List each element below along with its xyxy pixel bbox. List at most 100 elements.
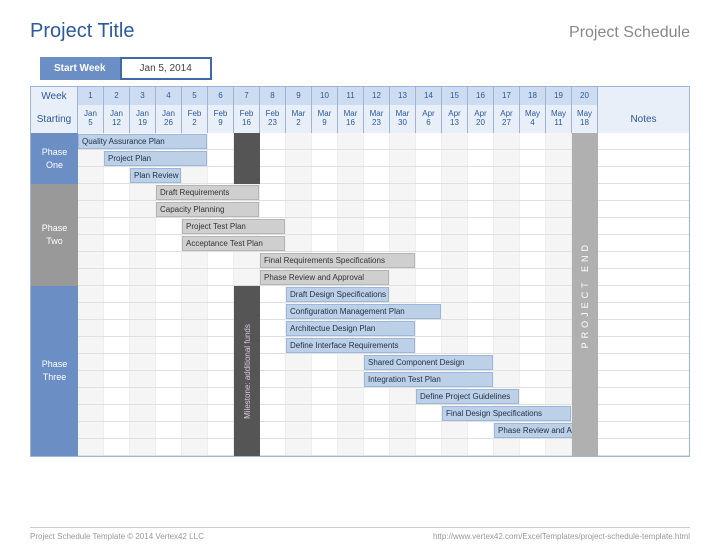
task-bar[interactable]: Define Interface Requirements	[286, 338, 415, 353]
grid-cell	[364, 167, 390, 183]
grid-cell	[390, 388, 416, 404]
notes-cell[interactable]	[598, 201, 689, 217]
grid-cell	[546, 337, 572, 353]
grid-cell	[468, 422, 494, 438]
grid-cell	[390, 201, 416, 217]
grid-cell	[442, 269, 468, 285]
notes-cell[interactable]	[598, 252, 689, 268]
grid-cell	[78, 371, 104, 387]
grid-cell	[260, 201, 286, 217]
notes-cell[interactable]	[598, 371, 689, 387]
grid-cell	[468, 439, 494, 455]
notes-cell[interactable]	[598, 150, 689, 166]
notes-cell[interactable]	[598, 218, 689, 234]
task-bar[interactable]: Capacity Planning	[156, 202, 259, 217]
week-date-8: Feb23	[260, 105, 286, 133]
task-bar[interactable]: Shared Component Design	[364, 355, 493, 370]
notes-header-spacer	[598, 87, 689, 105]
week-date-7: Feb16	[234, 105, 260, 133]
grid-cell	[156, 218, 182, 234]
grid-cell	[520, 354, 546, 370]
task-bar[interactable]: Final Design Specifications	[442, 406, 571, 421]
grid-cell	[494, 184, 520, 200]
start-week-label: Start Week	[40, 57, 120, 80]
grid-cell	[260, 388, 286, 404]
grid-cell	[468, 218, 494, 234]
notes-cell[interactable]	[598, 269, 689, 285]
grid-cell	[208, 337, 234, 353]
grid-cell	[546, 286, 572, 302]
notes-cell[interactable]	[598, 422, 689, 438]
task-bar[interactable]: Draft Requirements	[156, 185, 259, 200]
notes-cell[interactable]	[598, 133, 689, 149]
grid-cell	[182, 405, 208, 421]
grid-cell	[364, 405, 390, 421]
week-num-5: 5	[182, 87, 208, 105]
grid-cell	[468, 269, 494, 285]
grid-cell	[338, 201, 364, 217]
task-bar[interactable]: Integration Test Plan	[364, 372, 493, 387]
notes-cell[interactable]	[598, 184, 689, 200]
week-date-15: Apr13	[442, 105, 468, 133]
week-date-16: Apr20	[468, 105, 494, 133]
grid-cell	[546, 371, 572, 387]
grid-cell	[286, 439, 312, 455]
task-bar[interactable]: Quality Assurance Plan	[78, 134, 207, 149]
week-date-11: Mar16	[338, 105, 364, 133]
week-num-9: 9	[286, 87, 312, 105]
notes-cell[interactable]	[598, 405, 689, 421]
notes-cell[interactable]	[598, 388, 689, 404]
grid-cell	[546, 201, 572, 217]
grid-cell	[182, 439, 208, 455]
grid-cell	[442, 167, 468, 183]
task-bar[interactable]: Project Plan	[104, 151, 207, 166]
notes-cell[interactable]	[598, 286, 689, 302]
grid-cell	[338, 218, 364, 234]
grid-cell	[260, 133, 286, 149]
notes-cell[interactable]	[598, 439, 689, 455]
grid-cell	[338, 371, 364, 387]
grid-cell	[286, 133, 312, 149]
notes-cell[interactable]	[598, 167, 689, 183]
week-num-13: 13	[390, 87, 416, 105]
notes-cell[interactable]	[598, 235, 689, 251]
grid-cell	[78, 235, 104, 251]
notes-cell[interactable]	[598, 303, 689, 319]
grid-cell	[260, 167, 286, 183]
task-bar[interactable]: Phase Review and Approval	[260, 270, 389, 285]
task-bar[interactable]: Define Project Guidelines	[416, 389, 519, 404]
task-bar[interactable]: Final Requirements Specifications	[260, 253, 415, 268]
grid-cell	[416, 405, 442, 421]
notes-cell[interactable]	[598, 354, 689, 370]
grid-cell	[494, 286, 520, 302]
grid-cell	[130, 218, 156, 234]
task-bar[interactable]: Acceptance Test Plan	[182, 236, 285, 251]
grid-cell	[390, 150, 416, 166]
grid-cell	[338, 354, 364, 370]
grid-cell	[130, 320, 156, 336]
grid-cell	[416, 133, 442, 149]
task-bar[interactable]: Architectue Design Plan	[286, 321, 415, 336]
grid-cell	[78, 320, 104, 336]
grid-cell	[156, 337, 182, 353]
week-date-13: Mar30	[390, 105, 416, 133]
grid-cell	[442, 320, 468, 336]
grid-cell	[416, 320, 442, 336]
task-bar[interactable]: Plan Review	[130, 168, 181, 183]
grid-cell	[546, 150, 572, 166]
grid-cell	[520, 167, 546, 183]
task-bar[interactable]: Project Test Plan	[182, 219, 285, 234]
grid-cell	[182, 252, 208, 268]
start-week-value[interactable]: Jan 5, 2014	[120, 57, 212, 80]
grid-cell	[468, 167, 494, 183]
task-bar[interactable]: Configuration Management Plan	[286, 304, 441, 319]
grid-cell	[338, 184, 364, 200]
grid-cell	[260, 422, 286, 438]
grid-cell	[364, 439, 390, 455]
grid-cell	[494, 371, 520, 387]
notes-cell[interactable]	[598, 337, 689, 353]
task-bar[interactable]: Draft Design Specifications	[286, 287, 389, 302]
week-date-20: May18	[572, 105, 598, 133]
notes-cell[interactable]	[598, 320, 689, 336]
grid-cell	[468, 320, 494, 336]
